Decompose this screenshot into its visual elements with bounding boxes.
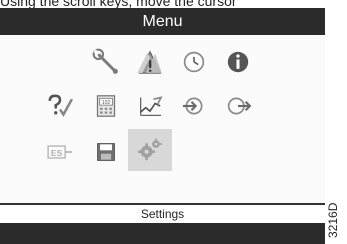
wrench-icon: [92, 48, 118, 74]
status-bar: Settings: [0, 205, 325, 223]
menu-item-settings[interactable]: [128, 129, 172, 171]
menu-item-info[interactable]: [216, 41, 260, 83]
menu-icon-grid: 102 ES: [0, 35, 325, 203]
menu-item-inputs[interactable]: [172, 85, 216, 127]
menu-title-bar: Menu: [0, 8, 325, 35]
menu-title: Menu: [142, 13, 183, 30]
arrow-out-icon: [227, 97, 252, 115]
help-check-icon: [48, 94, 74, 117]
menu-item-timer[interactable]: [172, 41, 216, 83]
footer-bar: [0, 223, 325, 244]
svg-text:ES: ES: [51, 148, 63, 158]
menu-item-help[interactable]: [38, 85, 82, 127]
save-disk-icon: [97, 143, 115, 161]
trend-graph-icon: [140, 96, 163, 116]
selected-item-label: Settings: [140, 207, 185, 221]
arrow-in-icon: [182, 97, 203, 115]
menu-item-service[interactable]: [84, 41, 128, 83]
menu-item-counters[interactable]: 102: [84, 85, 128, 127]
menu-item-outputs[interactable]: [216, 85, 260, 127]
svg-text:102: 102: [102, 100, 111, 106]
menu-item-warnings[interactable]: [128, 41, 172, 83]
clock-icon: [183, 51, 205, 73]
controller-display: Menu 102 ES Settings: [0, 8, 325, 244]
menu-item-save[interactable]: [84, 131, 128, 173]
info-icon: [227, 51, 249, 73]
warning-triangle-icon: [137, 50, 162, 74]
es-icon: ES: [47, 145, 72, 159]
figure-code: 3216D: [326, 202, 340, 238]
menu-item-es[interactable]: ES: [38, 131, 82, 173]
calculator-display-icon: 102: [96, 95, 116, 117]
menu-item-trend[interactable]: [128, 85, 172, 127]
settings-gears-icon: [138, 138, 162, 161]
